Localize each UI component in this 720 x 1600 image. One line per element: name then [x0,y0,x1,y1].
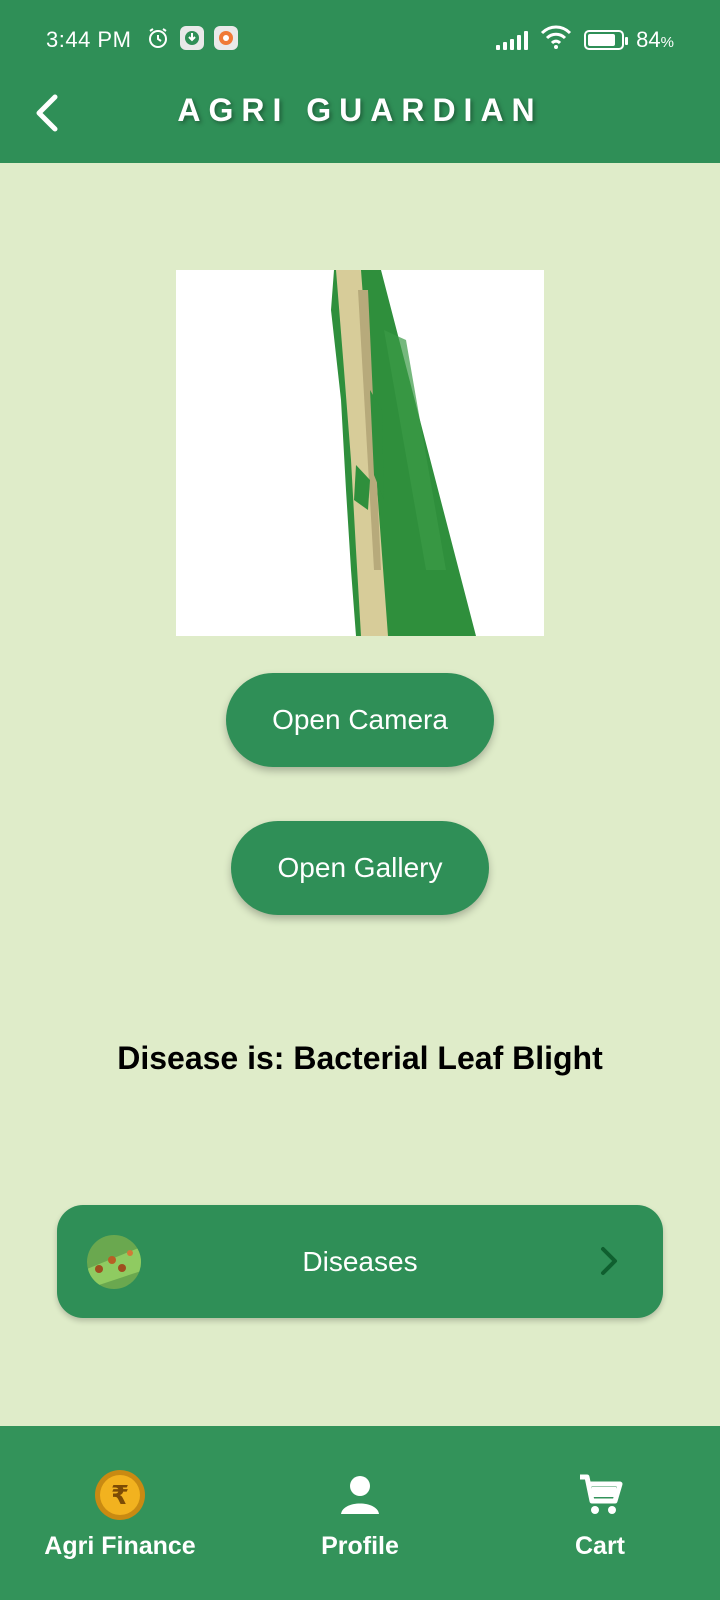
nav-agri-finance[interactable]: ₹ Agri Finance [0,1426,240,1600]
open-gallery-button[interactable]: Open Gallery [231,821,489,915]
wifi-icon [540,25,572,55]
notification-icons [146,26,238,50]
battery-level-fill [588,34,616,46]
status-bar: 3:44 PM 84% [0,0,720,80]
nav-profile-label: Profile [321,1532,399,1560]
nav-cart[interactable]: Cart [480,1426,720,1600]
bottom-navigation: ₹ Agri Finance Profile Cart [0,1426,720,1600]
download-app-icon [180,26,204,50]
nav-profile[interactable]: Profile [240,1426,480,1600]
nav-cart-label: Cart [574,1532,625,1560]
chevron-right-icon [601,1247,617,1275]
disease-result-text: Disease is: Bacterial Leaf Blight [117,1040,603,1076]
cart-icon [573,1468,627,1522]
selected-leaf-image [176,270,544,636]
person-icon [333,1468,387,1522]
system-status-icons: 84% [496,25,674,55]
battery-percent: 84% [636,27,674,52]
open-camera-button[interactable]: Open Camera [226,673,494,767]
leaf-image [331,270,476,636]
alarm-icon [146,26,170,50]
page-title: AGRI GUARDIAN [177,92,543,128]
app-bar: 3:44 PM 84% AGRI GUARDIAN [0,0,720,163]
rupee-coin-icon: ₹ [93,1468,147,1522]
svg-text:₹: ₹ [111,1481,129,1511]
status-time: 3:44 PM [46,27,132,52]
diseases-label: Diseases [302,1245,418,1277]
diseases-list-button[interactable]: Diseases [57,1205,663,1318]
app-notification-icon [214,26,238,50]
nav-agri-finance-label: Agri Finance [44,1532,196,1560]
battery-icon [584,30,629,50]
signal-icon [496,30,529,50]
